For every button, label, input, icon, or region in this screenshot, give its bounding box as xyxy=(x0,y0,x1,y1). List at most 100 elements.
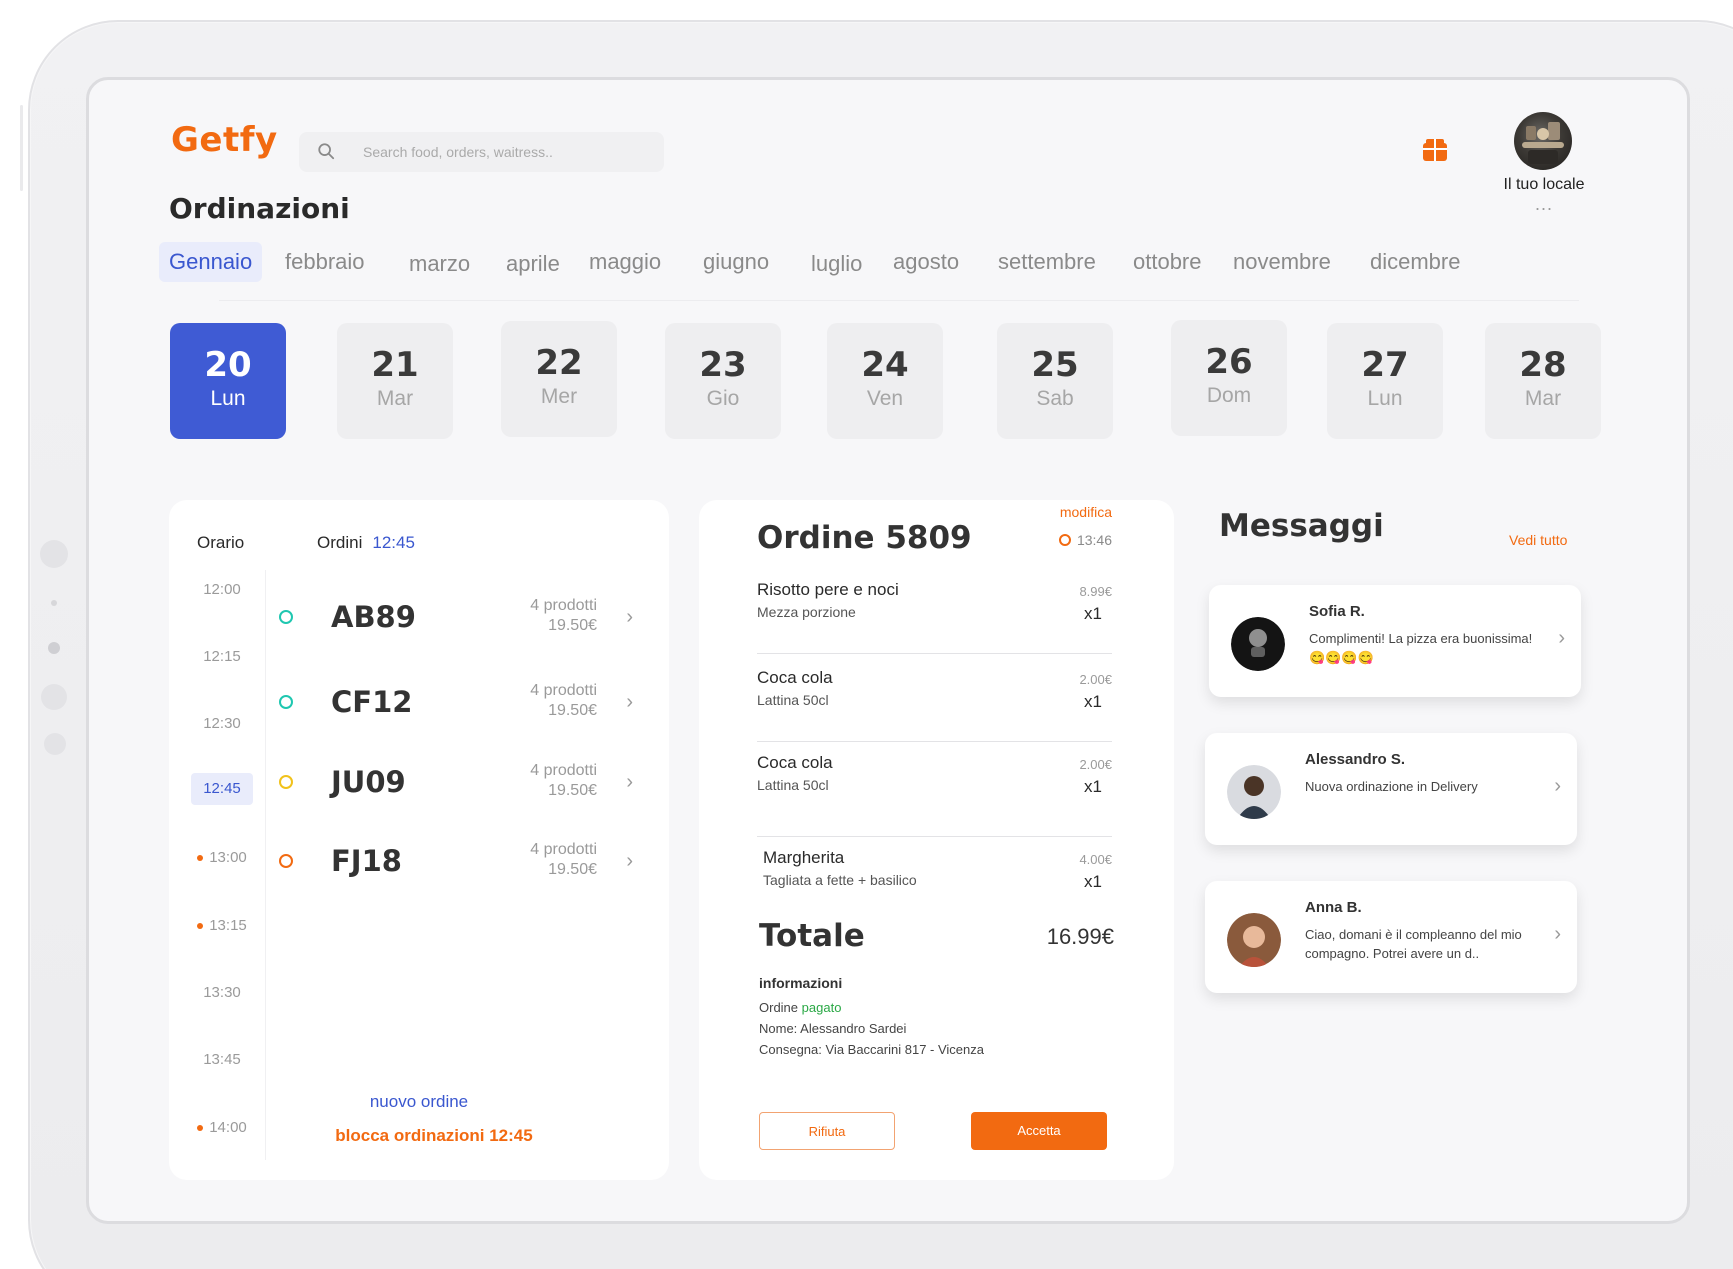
tab-month-febbraio[interactable]: febbraio xyxy=(275,242,375,282)
order-summary: 4 prodotti 19.50€ xyxy=(530,840,597,880)
chevron-right-icon: › xyxy=(1554,923,1561,945)
time-label: 13:00 xyxy=(209,849,247,866)
day-card-26[interactable]: 26 Dom xyxy=(1171,320,1287,436)
total-value: 16.99€ xyxy=(1046,924,1114,949)
item-name: Margherita xyxy=(763,848,845,867)
day-card-25[interactable]: 25 Sab xyxy=(997,323,1113,439)
day-card-20[interactable]: 20 Lun xyxy=(170,323,286,439)
edit-order-link[interactable]: modifica xyxy=(1060,504,1112,520)
venue-avatar[interactable] xyxy=(1514,112,1572,170)
see-all-link[interactable]: Vedi tutto xyxy=(1509,532,1567,548)
order-item[interactable]: Coca cola Lattina 50cl 2.00€ x1 xyxy=(757,668,1112,748)
tab-month-dicembre[interactable]: dicembre xyxy=(1360,242,1470,282)
order-products: 4 prodotti xyxy=(530,841,597,858)
day-number: 22 xyxy=(535,343,583,383)
day-card-21[interactable]: 21 Mar xyxy=(337,323,453,439)
order-products: 4 prodotti xyxy=(530,762,597,779)
message-card[interactable]: Alessandro S. Nuova ordinazione in Deliv… xyxy=(1205,733,1577,845)
month-tabs: Gennaio febbraio marzo aprile maggio giu… xyxy=(159,242,1664,286)
day-card-22[interactable]: 22 Mer xyxy=(501,321,617,437)
reject-button[interactable]: Rifiuta xyxy=(759,1112,895,1150)
item-price: 2.00€ xyxy=(1079,757,1112,772)
paid-badge: pagato xyxy=(801,1000,842,1015)
chevron-right-icon: › xyxy=(626,606,633,628)
order-summary: 4 prodotti 19.50€ xyxy=(530,761,597,801)
order-summary: 4 prodotti 19.50€ xyxy=(530,596,597,636)
order-code: FJ18 xyxy=(331,844,402,878)
order-item[interactable]: Coca cola Lattina 50cl 2.00€ x1 xyxy=(757,753,1112,843)
day-weekday: Dom xyxy=(1206,384,1252,407)
customer-name: Nome: Alessandro Sardei xyxy=(759,1021,907,1036)
day-weekday: Lun xyxy=(210,387,246,410)
item-name: Risotto pere e noci xyxy=(757,580,899,599)
search-icon xyxy=(318,143,335,160)
tablet-button xyxy=(40,540,68,568)
item-desc: Lattina 50cl xyxy=(757,777,829,793)
order-row[interactable]: FJ18 4 prodotti 19.50€ › xyxy=(269,832,649,892)
new-order-link[interactable]: nuovo ordine xyxy=(169,1092,669,1112)
day-card-28[interactable]: 28 Mar xyxy=(1485,323,1601,439)
accept-button[interactable]: Accetta xyxy=(971,1112,1107,1150)
time-slot[interactable]: 13:15 xyxy=(191,910,253,942)
tab-month-maggio[interactable]: maggio xyxy=(579,242,671,282)
chevron-right-icon: › xyxy=(626,691,633,713)
order-title: Ordine 5809 xyxy=(757,520,972,556)
timeline-divider xyxy=(265,570,266,1160)
time-slot[interactable]: 13:00 xyxy=(191,842,253,874)
status-ring-icon xyxy=(279,610,293,624)
order-item[interactable]: Risotto pere e noci Mezza porzione 8.99€… xyxy=(757,580,1112,660)
order-summary: 4 prodotti 19.50€ xyxy=(530,681,597,721)
schedule-panel: Orario Ordini 12:45 12:00 12:15 12:30 12:… xyxy=(169,500,669,1180)
busy-dot-icon xyxy=(197,855,204,862)
tab-month-novembre[interactable]: novembre xyxy=(1223,242,1341,282)
order-row[interactable]: JU09 4 prodotti 19.50€ › xyxy=(269,753,649,813)
order-price: 19.50€ xyxy=(548,861,597,878)
tab-month-marzo[interactable]: marzo xyxy=(399,244,480,284)
item-price: 8.99€ xyxy=(1079,584,1112,599)
tab-month-luglio[interactable]: luglio xyxy=(801,244,872,284)
day-weekday: Ven xyxy=(866,387,904,410)
message-card[interactable]: Sofia R. Complimenti! La pizza era buoni… xyxy=(1209,585,1581,697)
tab-month-giugno[interactable]: giugno xyxy=(693,242,779,282)
app-logo[interactable]: Getfy xyxy=(171,120,278,160)
order-item[interactable]: Margherita Tagliata a fette + basilico 4… xyxy=(763,848,1112,928)
busy-dot-icon xyxy=(197,923,204,930)
item-qty: x1 xyxy=(1084,692,1102,711)
message-sender: Sofia R. xyxy=(1309,603,1365,620)
column-header-time: Orario xyxy=(197,533,245,552)
tab-month-agosto[interactable]: agosto xyxy=(883,242,969,282)
time-slot[interactable]: 13:45 xyxy=(191,1044,253,1076)
day-card-23[interactable]: 23 Gio xyxy=(665,323,781,439)
chevron-right-icon: › xyxy=(626,771,633,793)
order-products: 4 prodotti xyxy=(530,682,597,699)
day-card-27[interactable]: 27 Lun xyxy=(1327,323,1443,439)
order-code: AB89 xyxy=(331,600,416,634)
tab-month-settembre[interactable]: settembre xyxy=(988,242,1106,282)
block-orders-link[interactable]: blocca ordinazioni 12:45 xyxy=(169,1126,669,1146)
shop-icon[interactable] xyxy=(1422,137,1448,163)
day-card-24[interactable]: 24 Ven xyxy=(827,323,943,439)
tab-month-gennaio[interactable]: Gennaio xyxy=(159,242,263,282)
tab-month-aprile[interactable]: aprile xyxy=(496,244,570,284)
item-name: Coca cola xyxy=(757,753,833,772)
venue-name[interactable]: Il tuo locale xyxy=(1479,176,1609,194)
selected-time: 12:45 xyxy=(372,533,415,552)
search-input[interactable] xyxy=(363,132,653,172)
message-card[interactable]: Anna B. Ciao, domani è il compleanno del… xyxy=(1205,881,1577,993)
search-bar[interactable] xyxy=(299,132,664,172)
time-slot-selected[interactable]: 12:45 xyxy=(191,773,253,805)
tablet-button xyxy=(51,600,57,606)
status-prefix: Ordine xyxy=(759,1000,799,1015)
status-ring-icon xyxy=(279,695,293,709)
order-code: CF12 xyxy=(331,685,413,719)
time-slot[interactable]: 12:30 xyxy=(191,708,253,740)
order-row[interactable]: CF12 4 prodotti 19.50€ › xyxy=(269,673,649,733)
order-products: 4 prodotti xyxy=(530,597,597,614)
day-weekday: Lun xyxy=(1367,387,1403,410)
order-row[interactable]: AB89 4 prodotti 19.50€ › xyxy=(269,588,649,648)
tab-month-ottobre[interactable]: ottobre xyxy=(1123,242,1212,282)
more-options-icon[interactable]: ... xyxy=(1529,194,1559,215)
time-slot[interactable]: 13:30 xyxy=(191,977,253,1009)
time-slot[interactable]: 12:15 xyxy=(191,641,253,673)
time-slot[interactable]: 12:00 xyxy=(191,574,253,606)
